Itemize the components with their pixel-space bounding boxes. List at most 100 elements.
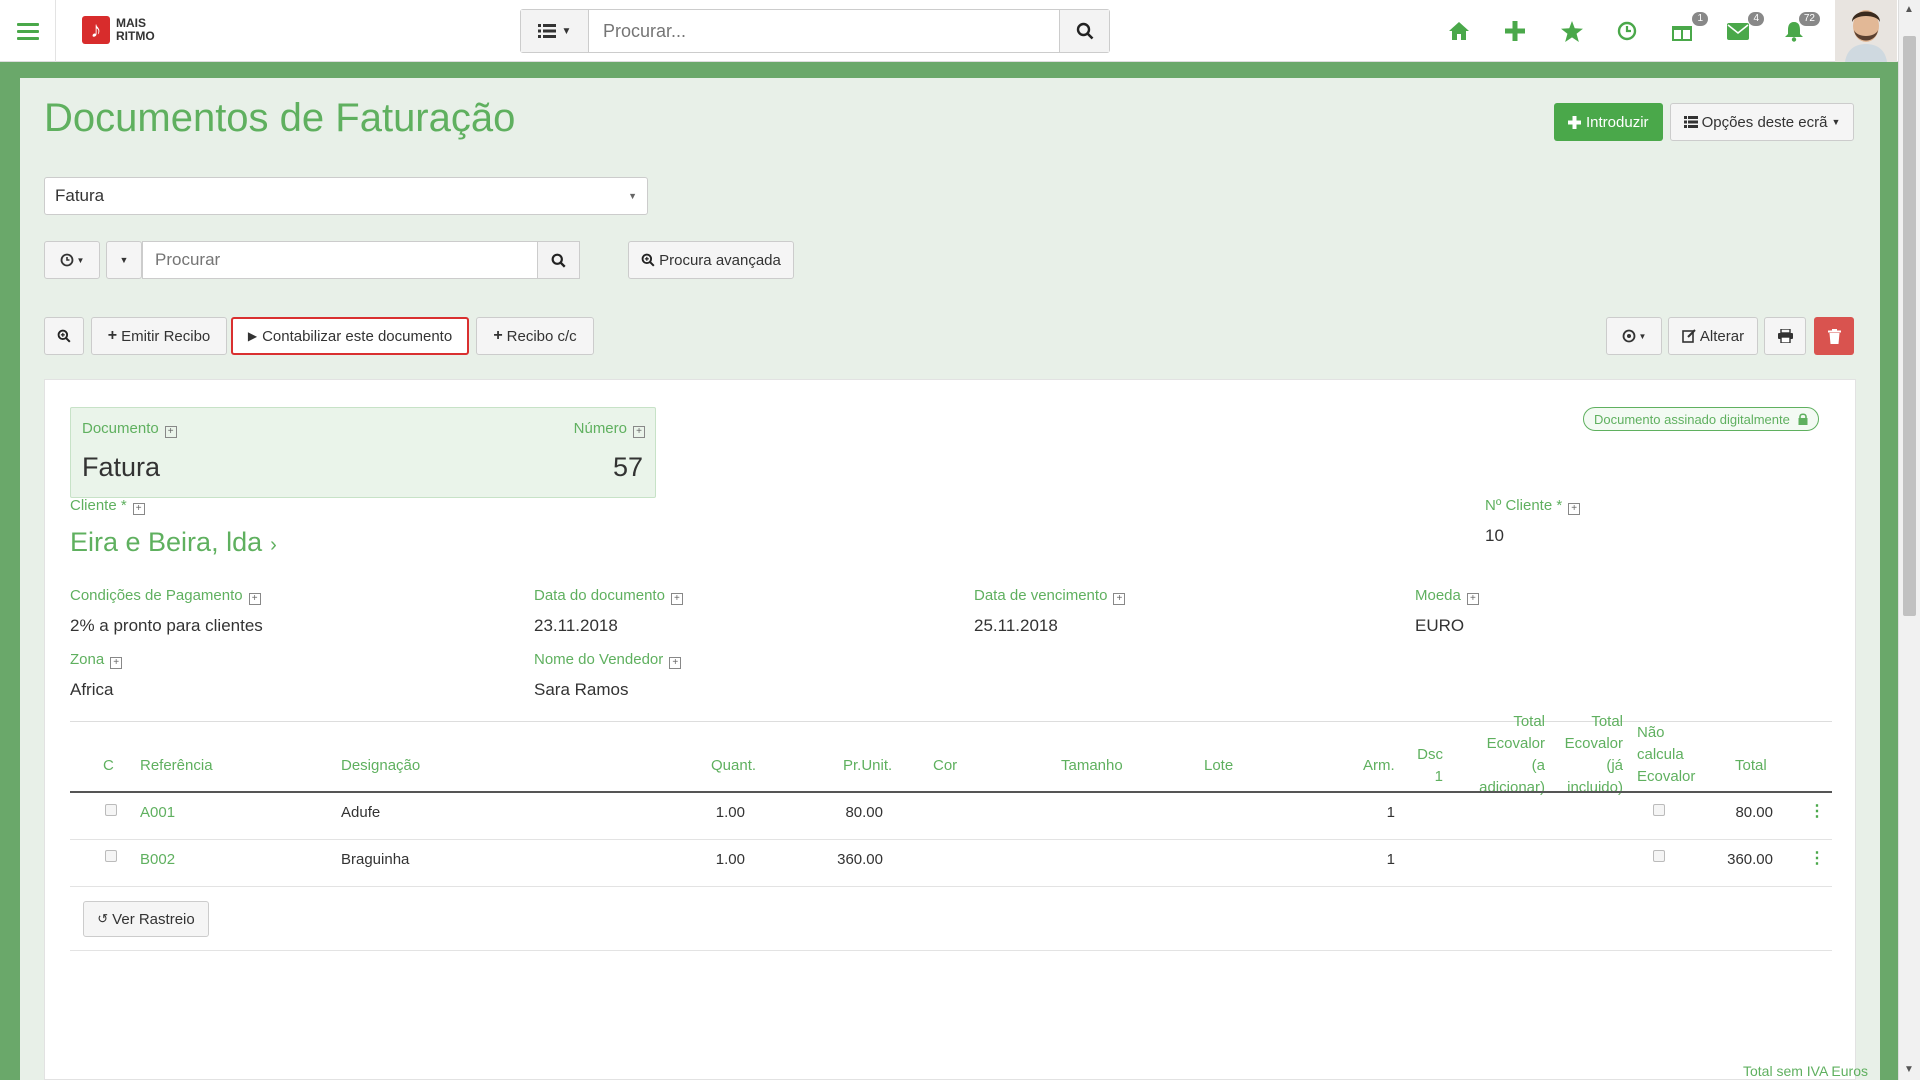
list-icon — [537, 24, 556, 38]
zona-value: Africa — [70, 680, 114, 699]
expand-icon[interactable]: + — [670, 593, 683, 605]
contabilizar-label: Contabilizar este documento — [262, 327, 453, 345]
col-prunit[interactable]: Pr.Unit. — [843, 755, 892, 777]
emitir-recibo-button[interactable]: + Emitir Recibo — [91, 317, 227, 355]
introduzir-button[interactable]: Introduzir — [1554, 103, 1663, 141]
alterar-button[interactable]: Alterar — [1668, 317, 1758, 355]
screen-options-label: Opções deste ecrã — [1701, 113, 1828, 131]
gift-badge: 1 — [1692, 12, 1708, 26]
row-menu-icon[interactable]: ⋮ — [1809, 848, 1825, 868]
scroll-up-icon[interactable]: ▲ — [1904, 4, 1914, 15]
document-header-box: Documento + Número + Fatura 57 — [70, 407, 656, 498]
expand-icon[interactable]: + — [248, 593, 261, 605]
expand-icon[interactable]: + — [633, 426, 645, 438]
row-ref-link[interactable]: A001 — [140, 804, 175, 821]
contabilizar-button[interactable]: ▶ Contabilizar este documento — [231, 317, 469, 355]
col-referencia[interactable]: Referência — [140, 755, 213, 777]
clock-icon — [60, 253, 73, 267]
search-icon — [1076, 22, 1093, 40]
row-nao-calcula-checkbox[interactable] — [1653, 804, 1665, 816]
history-button[interactable] — [1611, 16, 1643, 46]
col-dsc1[interactable]: Dsc 1 — [1413, 744, 1443, 788]
star-icon — [1561, 20, 1583, 42]
chevron-right-icon: › — [270, 534, 277, 556]
print-button[interactable] — [1764, 317, 1806, 355]
scroll-down-icon[interactable]: ▼ — [1904, 1064, 1914, 1075]
col-nao-calcula[interactable]: Não calcula Ecovalor — [1637, 722, 1695, 788]
printer-icon — [1777, 329, 1793, 343]
global-search-input[interactable] — [589, 10, 1059, 52]
actions-dropdown-button[interactable]: ▼ — [1606, 317, 1662, 355]
global-search-button[interactable] — [1059, 10, 1109, 52]
logo-line2: RITMO — [116, 29, 155, 43]
expand-icon[interactable]: + — [132, 503, 145, 515]
row-checkbox[interactable] — [105, 850, 117, 862]
delete-button[interactable] — [1814, 317, 1854, 355]
col-ecovalor-adicionar[interactable]: Total Ecovalor (a adicionar) — [1465, 711, 1545, 799]
notifications-button[interactable]: 72 — [1778, 12, 1820, 46]
col-cor[interactable]: Cor — [933, 755, 957, 777]
document-search — [142, 241, 580, 279]
recibo-cc-label: Recibo c/c — [506, 327, 577, 345]
col-total[interactable]: Total — [1735, 755, 1767, 777]
top-bar: ♪ MAISRITMO ▼ 1 4 72 — [0, 0, 1920, 62]
scroll-thumb[interactable] — [1903, 36, 1916, 616]
row-ref-link[interactable]: B002 — [140, 851, 175, 868]
favorites-button[interactable] — [1556, 16, 1588, 46]
caret-down-icon: ▼ — [76, 255, 85, 265]
data-doc-value: 23.11.2018 — [534, 616, 618, 635]
expand-icon[interactable]: + — [164, 426, 177, 438]
expand-icon[interactable]: + — [1568, 503, 1581, 515]
doc-value: Fatura — [82, 452, 161, 482]
recent-dropdown-button[interactable]: ▼ — [44, 241, 100, 279]
add-button[interactable] — [1499, 16, 1531, 46]
row-total: 80.00 — [1735, 804, 1773, 821]
moeda-label: Moeda + — [1415, 587, 1479, 605]
cliente-link[interactable]: Eira e Beira, lda › — [70, 527, 277, 558]
expand-icon[interactable]: + — [1113, 593, 1126, 605]
col-ecovalor-incluido[interactable]: Total Ecovalor (já incluido) — [1555, 711, 1623, 799]
row-designacao: Braguinha — [341, 851, 410, 868]
caret-down-icon: ▼ — [1638, 331, 1647, 341]
advanced-search-button[interactable]: Procura avançada — [628, 241, 794, 279]
col-lote[interactable]: Lote — [1204, 755, 1233, 777]
hamburger-icon — [16, 21, 39, 42]
messages-button[interactable]: 4 — [1722, 12, 1764, 46]
total-sem-iva-label: Total sem IVA Euros — [1742, 1063, 1868, 1079]
page-scrollbar[interactable]: ▲ ▼ — [1898, 0, 1920, 1080]
document-type-select[interactable]: Fatura ▼ — [44, 177, 648, 215]
ver-rastreio-button[interactable]: ↺ Ver Rastreio — [83, 901, 209, 937]
filter-dropdown-button[interactable]: ▼ — [106, 241, 142, 279]
trash-icon — [1827, 328, 1841, 344]
recibo-cc-button[interactable]: + Recibo c/c — [476, 317, 594, 355]
col-quant[interactable]: Quant. — [711, 755, 756, 777]
document-search-button[interactable] — [537, 242, 579, 278]
row-menu-icon[interactable]: ⋮ — [1809, 801, 1825, 821]
bell-badge: 72 — [1798, 12, 1820, 26]
signed-badge: Documento assinado digitalmente — [1583, 407, 1819, 431]
caret-down-icon: ▼ — [561, 25, 572, 37]
home-button[interactable] — [1443, 16, 1475, 46]
screen-options-button[interactable]: Opções deste ecrã ▼ — [1670, 103, 1854, 141]
ver-rastreio-label: Ver Rastreio — [112, 910, 195, 928]
expand-icon[interactable]: + — [669, 657, 682, 669]
user-avatar[interactable] — [1835, 0, 1897, 62]
expand-icon[interactable]: + — [110, 657, 123, 669]
app-logo[interactable]: ♪ MAIS RITMO — [82, 16, 155, 44]
col-designacao[interactable]: Designação — [341, 755, 420, 777]
caret-down-icon: ▼ — [1831, 117, 1841, 127]
row-nao-calcula-checkbox[interactable] — [1653, 850, 1665, 862]
row-quant: 1.00 — [715, 804, 745, 821]
zoom-button[interactable] — [44, 317, 84, 355]
col-c[interactable]: C — [103, 755, 114, 777]
gifts-button[interactable]: 1 — [1666, 12, 1708, 46]
expand-icon[interactable]: + — [1466, 593, 1479, 605]
document-search-input[interactable] — [143, 242, 537, 278]
num-value: 57 — [612, 452, 643, 482]
row-checkbox[interactable] — [105, 804, 117, 816]
data-venc-label: Data de vencimento + — [974, 587, 1126, 605]
col-arm[interactable]: Arm. — [1363, 755, 1395, 777]
menu-toggle-button[interactable] — [0, 0, 56, 62]
col-tamanho[interactable]: Tamanho — [1061, 755, 1123, 777]
search-mode-dropdown[interactable]: ▼ — [521, 10, 589, 52]
